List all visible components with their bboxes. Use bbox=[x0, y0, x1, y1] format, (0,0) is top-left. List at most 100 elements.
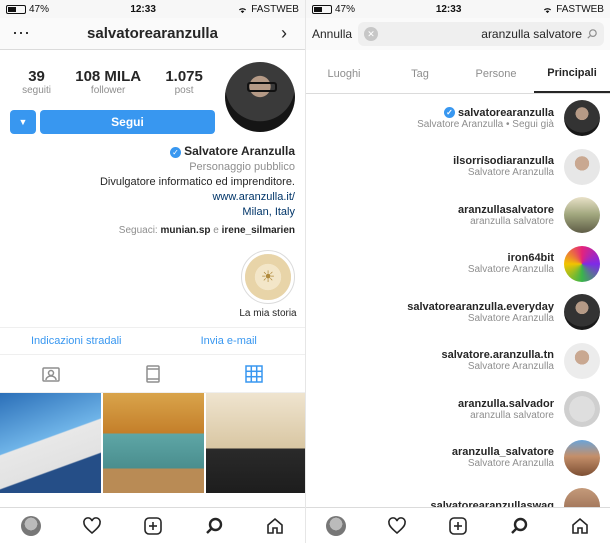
verified-icon: ✓ bbox=[170, 146, 181, 158]
avatar bbox=[564, 391, 600, 428]
result-subtitle: Salvatore Aranzulla bbox=[467, 264, 554, 276]
carrier-name: FASTWEB bbox=[556, 3, 604, 15]
result-subtitle: aranzulla salvatore bbox=[470, 215, 554, 227]
back-icon[interactable]: › bbox=[273, 23, 295, 44]
stat-posts-value: 1.075 bbox=[165, 68, 203, 85]
highlight-label: La mia storia bbox=[239, 308, 297, 319]
avatar bbox=[564, 439, 600, 476]
profile-category: Personaggio pubblico bbox=[189, 161, 295, 173]
bottom-tab-bar bbox=[306, 507, 610, 543]
tab-tags[interactable]: Tag bbox=[382, 54, 458, 93]
tab-grid[interactable] bbox=[203, 364, 305, 384]
stat-followers-value: 108 MILA bbox=[75, 68, 142, 85]
result-username: salvatorearanzulla.everyday bbox=[407, 300, 554, 313]
suggested-dropdown-button[interactable]: ▼ bbox=[10, 110, 36, 134]
list-item[interactable]: iron64bit Salvatore Aranzulla bbox=[306, 240, 610, 289]
result-username: aranzulla_salvatore bbox=[451, 446, 554, 459]
tab-people[interactable]: Persone bbox=[458, 54, 534, 93]
stat-following-value: 39 bbox=[28, 68, 45, 85]
result-subtitle: aranzulla salvatore bbox=[470, 409, 554, 421]
more-icon[interactable]: ⋯ bbox=[10, 23, 32, 44]
list-item[interactable]: salvatore.aranzulla.tn Salvatore Aranzull… bbox=[306, 337, 610, 386]
status-bar: 47% 12:33 FASTWEB bbox=[0, 0, 305, 18]
followed-by[interactable]: Seguaci: munian.sp e irene_silmarien bbox=[10, 223, 295, 238]
result-username: aranzulla.salvador bbox=[458, 397, 554, 410]
profile-stats: 39 seguiti 108 MILA follower 1.075 post bbox=[10, 68, 215, 96]
list-item[interactable]: ilsorrisodiaranzulla Salvatore Aranzulla bbox=[306, 143, 610, 192]
search-header: Annulla ✕ bbox=[306, 18, 610, 50]
add-icon bbox=[143, 516, 162, 535]
follow-button[interactable]: Segui bbox=[40, 110, 215, 134]
result-subtitle: Salvatore Aranzulla • Segui già bbox=[417, 118, 554, 130]
profile-screen: 47% 12:33 FASTWEB ⋯ salvatorearanzulla ›… bbox=[0, 0, 305, 543]
stat-followers[interactable]: 108 MILA follower bbox=[75, 68, 141, 96]
home-icon bbox=[266, 517, 283, 534]
result-subtitle: Salvatore Aranzulla bbox=[467, 312, 554, 324]
cancel-button[interactable]: Annulla bbox=[312, 27, 352, 41]
status-bar: 47% 12:33 FASTWEB bbox=[306, 0, 610, 18]
carrier-name: FASTWEB bbox=[251, 3, 299, 15]
profile-avatar-small bbox=[20, 515, 41, 536]
followed-by-prefix: Seguaci: bbox=[118, 225, 161, 236]
wifi-icon bbox=[239, 7, 247, 13]
search-tabs: Luoghi Tag Persone Principali bbox=[306, 54, 610, 94]
igtv-icon bbox=[145, 364, 160, 383]
photo-grid bbox=[0, 393, 305, 493]
clear-icon[interactable]: ✕ bbox=[364, 27, 379, 41]
stat-posts-label: post bbox=[174, 85, 194, 96]
search-icon bbox=[510, 517, 527, 534]
result-username: iron64bit bbox=[507, 252, 554, 265]
profile-avatar[interactable] bbox=[225, 62, 295, 132]
website-link[interactable]: www.aranzulla.it/ bbox=[10, 190, 295, 205]
tab-search[interactable] bbox=[199, 516, 229, 536]
photo-thumbnail[interactable] bbox=[206, 393, 305, 493]
bottom-tab-bar bbox=[0, 507, 305, 543]
result-username: ilsorrisodiaranzulla bbox=[453, 155, 554, 168]
email-button[interactable]: Invia e-mail bbox=[153, 335, 306, 347]
photo-thumbnail[interactable] bbox=[103, 393, 204, 493]
tab-places[interactable]: Luoghi bbox=[306, 54, 382, 93]
list-item[interactable]: ✓ salvatorearanzulla Salvatore Aranzulla … bbox=[306, 94, 610, 143]
tab-top[interactable]: Principali bbox=[534, 54, 610, 93]
avatar bbox=[564, 342, 600, 379]
list-item[interactable]: salvatorearanzulla.everyday Salvatore Ara… bbox=[306, 288, 610, 337]
avatar bbox=[564, 294, 600, 331]
tab-home[interactable] bbox=[260, 516, 290, 536]
location-link[interactable]: Milan, Italy bbox=[10, 205, 295, 220]
story-highlight[interactable]: La mia storia bbox=[235, 248, 301, 319]
avatar bbox=[564, 197, 600, 234]
tab-igtv[interactable] bbox=[102, 364, 204, 384]
list-item[interactable]: aranzulla_salvatore Salvatore Aranzulla bbox=[306, 434, 610, 483]
search-input[interactable] bbox=[382, 27, 582, 41]
battery-icon bbox=[6, 4, 26, 14]
bio-text: Divulgatore informatico ed imprenditore. bbox=[99, 176, 295, 188]
tagged-icon bbox=[42, 366, 60, 382]
tab-tagged[interactable] bbox=[0, 364, 102, 384]
contact-actions: Indicazioni stradali Invia e-mail bbox=[0, 327, 305, 355]
tab-search[interactable] bbox=[504, 516, 534, 536]
stat-following[interactable]: 39 seguiti bbox=[22, 68, 51, 96]
tab-new-post[interactable] bbox=[443, 516, 473, 536]
tab-new-post[interactable] bbox=[138, 516, 168, 536]
result-username: salvatore.aranzulla.tn bbox=[441, 349, 555, 362]
tab-activity[interactable] bbox=[77, 516, 107, 536]
tab-profile[interactable] bbox=[16, 515, 46, 536]
stat-following-label: seguiti bbox=[22, 85, 52, 96]
profile-username: salvatorearanzulla bbox=[87, 25, 218, 42]
result-subtitle: Salvatore Aranzulla bbox=[467, 361, 554, 373]
tab-profile[interactable] bbox=[321, 515, 351, 536]
heart-icon bbox=[82, 516, 101, 534]
status-time: 12:33 bbox=[130, 3, 156, 15]
directions-button[interactable]: Indicazioni stradali bbox=[0, 335, 153, 347]
stat-posts[interactable]: 1.075 post bbox=[165, 68, 203, 96]
list-item[interactable]: aranzullasalvatore aranzulla salvatore bbox=[306, 191, 610, 240]
tab-home[interactable] bbox=[565, 516, 595, 536]
photo-thumbnail[interactable] bbox=[0, 393, 101, 493]
result-subtitle: Salvatore Aranzulla bbox=[467, 167, 554, 179]
tab-activity[interactable] bbox=[382, 516, 412, 536]
stat-followers-label: follower bbox=[90, 85, 126, 96]
profile-summary: 39 seguiti 108 MILA follower 1.075 post … bbox=[0, 50, 305, 134]
list-item[interactable]: aranzulla.salvador aranzulla salvatore bbox=[306, 385, 610, 434]
profile-bio: ✓ Salvatore Aranzulla Personaggio pubbli… bbox=[0, 134, 305, 238]
avatar bbox=[564, 245, 600, 282]
